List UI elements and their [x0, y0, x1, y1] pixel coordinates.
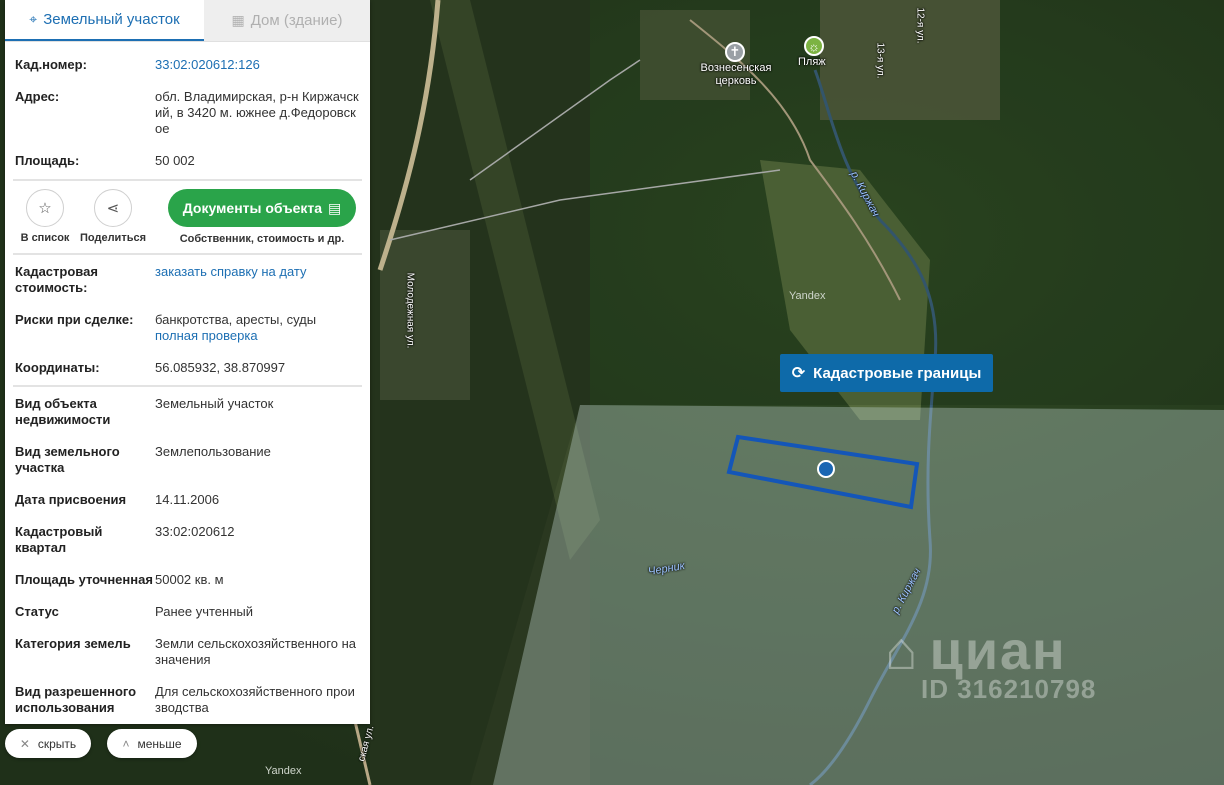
less-button[interactable]: ˄ меньше [107, 729, 197, 758]
detail-row: Дата присвоения 14.11.2006 [5, 492, 370, 508]
detail-value: 56.085932, 38.870997 [155, 360, 286, 375]
street-label: Молодежная ул. [404, 272, 416, 349]
add-to-list-button[interactable]: ☆ В список [15, 189, 75, 244]
share-icon: ⋖ [94, 189, 132, 227]
star-icon: ☆ [26, 189, 64, 227]
detail-value: 50 002 [155, 153, 195, 168]
detail-label: Риски при сделке: [15, 312, 134, 327]
hide-button-label: скрыть [37, 736, 77, 751]
beach-icon[interactable]: ☼ [804, 36, 824, 56]
tab-building-label: Дом (здание) [250, 12, 343, 29]
divider [13, 253, 362, 255]
add-to-list-label: В список [20, 232, 70, 244]
detail-row: Вид разрешенного использования Для сельс… [5, 684, 370, 716]
documents-block: Документы объекта ▤ Собственник, стоимос… [168, 189, 356, 245]
document-icon: ▤ [328, 199, 342, 216]
detail-value: Для сельскохозяйственного производства [155, 684, 355, 715]
chevron-up-icon: ˄ [122, 736, 130, 751]
yandex-label-bottom: Yandex [265, 765, 302, 777]
detail-label: Кадастровая стоимость: [15, 264, 98, 295]
detail-label: Адрес: [15, 89, 60, 104]
less-button-label: меньше [137, 736, 182, 751]
watermark-id: ID 316210798 [921, 674, 1097, 704]
detail-label: Вид объекта недвижимости [15, 396, 111, 427]
detail-label: Вид разрешенного использования [15, 684, 137, 715]
house-icon: ⌂ [885, 621, 920, 681]
detail-label: Вид земельного участка [15, 444, 120, 475]
tab-bar: ⌖ Земельный участок ▦ Дом (здание) [5, 0, 370, 42]
detail-row: Вид объекта недвижимости Земельный участ… [5, 396, 370, 428]
documents-subtitle: Собственник, стоимость и др. [179, 233, 345, 245]
action-bar: ☆ В список ⋖ Поделиться Документы объект… [5, 181, 370, 253]
documents-button-label: Документы объекта [182, 200, 323, 216]
detail-label: Дата присвоения [15, 492, 127, 507]
beach-label: Пляж [798, 56, 826, 68]
detail-value: 14.11.2006 [155, 492, 220, 507]
detail-value: Земли сельскохозяйственного назначения [155, 636, 356, 667]
detail-value: банкротства, аресты, суды [155, 312, 317, 327]
divider [13, 385, 362, 387]
share-label: Поделиться [79, 232, 147, 244]
detail-row-risks: Риски при сделке: банкротства, аресты, с… [5, 312, 370, 344]
property-info-panel: ⌖ Земельный участок ▦ Дом (здание) Кад.н… [5, 0, 370, 724]
detail-value: Землепользование [155, 444, 271, 459]
cadastral-number-link[interactable]: 33:02:020612:126 [155, 57, 360, 73]
detail-label: Площадь уточненная [15, 572, 153, 587]
close-icon: ✕ [19, 736, 30, 751]
detail-value: Ранее учтенный [155, 604, 253, 619]
detail-label: Статус [15, 604, 59, 619]
tab-building[interactable]: ▦ Дом (здание) [204, 0, 370, 41]
tab-land-plot[interactable]: ⌖ Земельный участок [5, 0, 204, 41]
detail-value: 50002 кв. м [155, 572, 224, 587]
order-certificate-link[interactable]: заказать справку на дату [155, 264, 360, 296]
church-icon[interactable]: ✝ [725, 42, 745, 62]
building-icon: ▦ [231, 12, 245, 28]
location-pin-icon: ⌖ [29, 11, 38, 27]
detail-row-cadastral-value: Кадастровая стоимость: заказать справку … [5, 264, 370, 296]
cadastral-borders-button[interactable]: ⟳ Кадастровые границы [780, 354, 993, 392]
street-label-13: 13-я ул. [874, 42, 886, 79]
detail-row-address: Адрес: обл. Владимирская, р-н Киржачский… [5, 89, 370, 137]
detail-value: Земельный участок [155, 396, 274, 411]
detail-row-cadastral-number: Кад.номер: 33:02:020612:126 [5, 57, 370, 73]
detail-row: Кадастровый квартал 33:02:020612 [5, 524, 370, 556]
detail-label: Категория земель [15, 636, 131, 651]
detail-row: Площадь уточненная 50002 кв. м [5, 572, 370, 588]
cian-watermark: ⌂ циан ID 316210798 [885, 620, 1096, 705]
full-check-link[interactable]: полная проверка [155, 328, 360, 344]
detail-row-coordinates: Координаты: 56.085932, 38.870997 [5, 360, 370, 376]
detail-row: Категория земель Земли сельскохозяйствен… [5, 636, 370, 668]
parcel-marker [817, 460, 835, 478]
watermark-brand: циан [929, 621, 1067, 681]
detail-label: Кадастровый квартал [15, 524, 103, 555]
cadastral-borders-label: Кадастровые границы [813, 364, 982, 382]
documents-button[interactable]: Документы объекта ▤ [168, 189, 356, 227]
detail-row-area: Площадь: 50 002 [5, 153, 370, 169]
detail-row: Вид земельного участка Землепользование [5, 444, 370, 476]
street-label-12: 12-я ул. [914, 7, 926, 44]
church-label: Вознесенская церковь [700, 62, 772, 87]
detail-value: обл. Владимирская, р-н Киржачский, в 342… [155, 89, 359, 136]
detail-value: 33:02:020612 [155, 524, 235, 539]
yandex-label: Yandex [789, 290, 826, 302]
detail-row: Статус Ранее учтенный [5, 604, 370, 620]
detail-label: Площадь: [15, 153, 80, 168]
refresh-icon: ⟳ [791, 365, 806, 382]
tab-land-plot-label: Земельный участок [43, 11, 180, 28]
share-button[interactable]: ⋖ Поделиться [79, 189, 147, 244]
detail-label: Координаты: [15, 360, 100, 375]
hide-button[interactable]: ✕ скрыть [5, 729, 91, 758]
detail-label: Кад.номер: [15, 57, 87, 72]
